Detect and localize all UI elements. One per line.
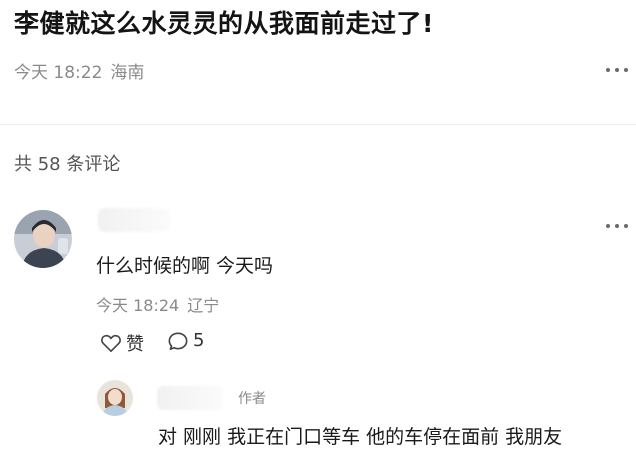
reply-button[interactable]: 5 bbox=[167, 330, 204, 351]
like-label: 赞 bbox=[126, 334, 144, 355]
comment-more-icon[interactable] bbox=[606, 218, 628, 234]
commenter-name-blurred[interactable] bbox=[98, 208, 170, 232]
reply-count: 5 bbox=[193, 330, 205, 351]
comment-text: 什么时候的啊 今天吗 bbox=[96, 255, 274, 277]
reply-text: 对 刚刚 我正在门口等车 他的车停在面前 我朋友 bbox=[158, 426, 563, 448]
comment-date: 今天 18:24 bbox=[96, 296, 180, 315]
post-title: 李健就这么水灵灵的从我面前走过了! bbox=[14, 9, 434, 38]
comment-bubble-icon bbox=[168, 331, 188, 350]
more-options-icon[interactable] bbox=[606, 62, 628, 78]
author-name-blurred[interactable] bbox=[157, 386, 223, 410]
comment-meta: 今天 18:24 辽宁 bbox=[96, 292, 219, 316]
like-button[interactable]: 赞 bbox=[100, 330, 144, 356]
post-location: 海南 bbox=[110, 63, 145, 83]
commenter-avatar[interactable] bbox=[14, 210, 72, 268]
post-meta: 今天 18:22 海南 bbox=[14, 58, 144, 83]
divider bbox=[0, 124, 636, 125]
post-date: 今天 18:22 bbox=[14, 63, 103, 83]
heart-outline-icon bbox=[101, 334, 121, 352]
author-avatar[interactable] bbox=[97, 380, 133, 416]
comment-location: 辽宁 bbox=[187, 296, 220, 315]
comment-count: 共 58 条评论 bbox=[14, 154, 121, 175]
author-tag: 作者 bbox=[238, 391, 266, 407]
